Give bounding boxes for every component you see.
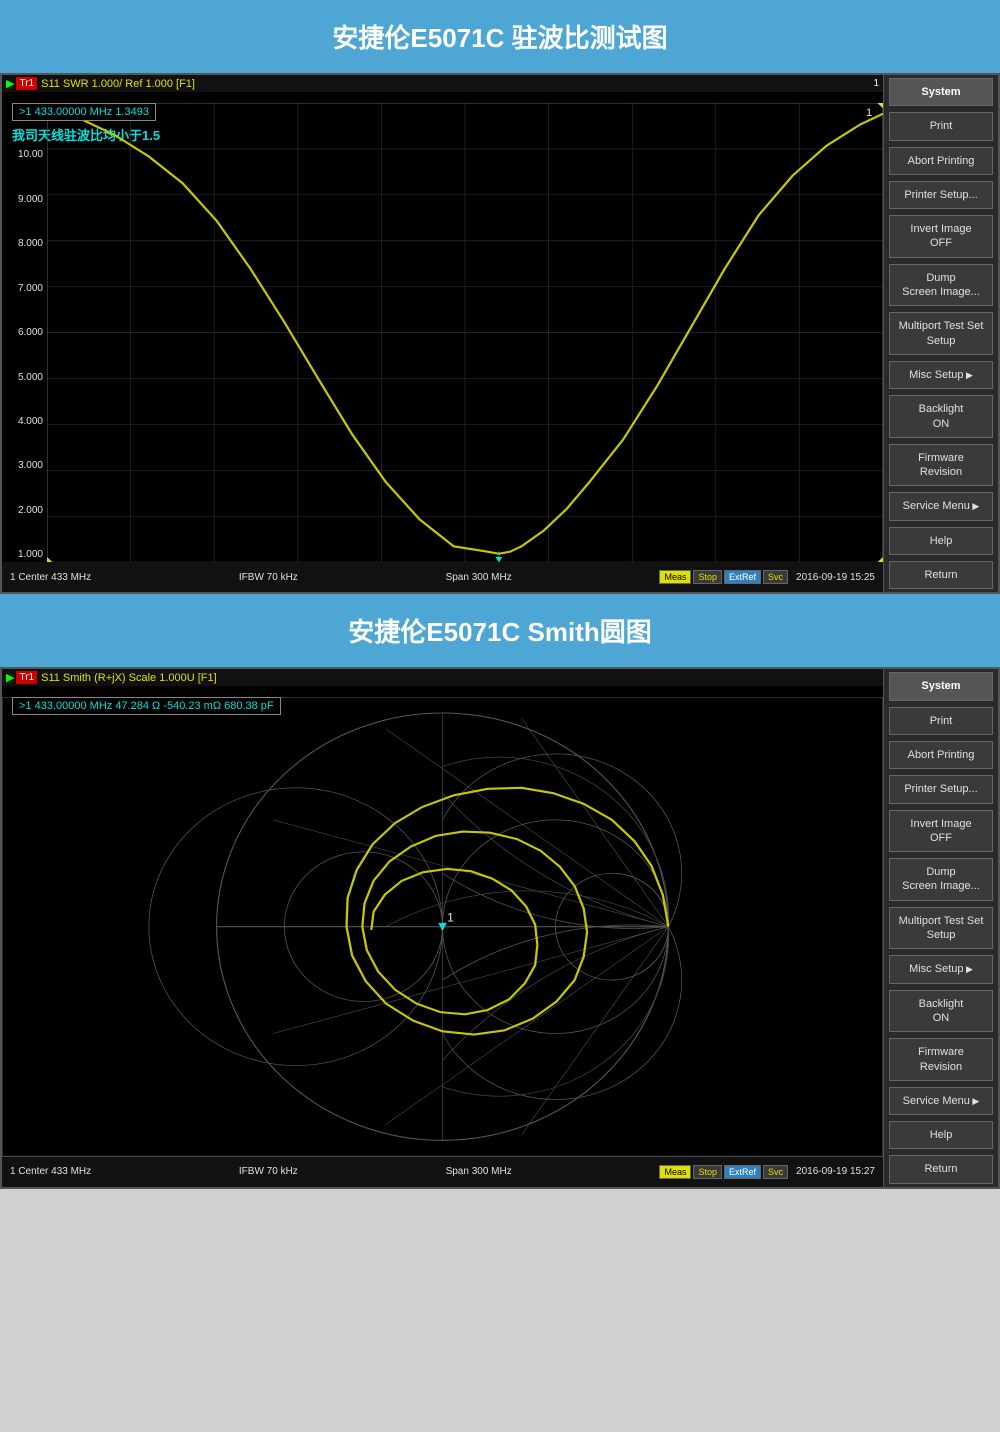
grid2-container: 1 (2, 697, 883, 1156)
meas-btn-extref[interactable]: ExtRef (724, 570, 761, 584)
play-icon: ▶ (6, 77, 14, 90)
plot1-svg: 1 (47, 103, 883, 562)
menu-print-btn[interactable]: Print (889, 112, 993, 140)
ch2-label: Tr1 (16, 671, 37, 684)
status1-center: IFBW 70 kHz (239, 572, 298, 583)
menu-multiport-btn[interactable]: Multiport Test SetSetup (889, 312, 993, 355)
plot1-statusbar: 1 Center 433 MHz IFBW 70 kHz Span 300 MH… (2, 562, 883, 592)
meas2-btn-extref[interactable]: ExtRef (724, 1165, 761, 1179)
menu-service-btn[interactable]: Service Menu (889, 492, 993, 520)
menu-invert-btn[interactable]: Invert ImageOFF (889, 215, 993, 258)
trace1-info: S11 SWR 1.000/ Ref 1.000 [F1] (41, 78, 195, 90)
svg-text:1: 1 (866, 107, 872, 119)
meas-btn-stop[interactable]: Stop (693, 570, 722, 584)
menu-abort-btn[interactable]: Abort Printing (889, 147, 993, 175)
menu2-return-btn[interactable]: Return (889, 1155, 993, 1183)
menu-firmware-btn[interactable]: FirmwareRevision (889, 444, 993, 487)
timestamp1: 2016-09-19 15:25 (796, 572, 875, 583)
status1-right: Span 300 MHz (446, 572, 512, 583)
grid1-container: 1 (47, 103, 883, 562)
trace1-marker: 1 (873, 78, 879, 89)
menu-dump-btn[interactable]: DumpScreen Image... (889, 264, 993, 307)
ch1-label: Tr1 (16, 77, 37, 90)
status2-center: IFBW 70 kHz (239, 1166, 298, 1177)
plot2-statusbar: 1 Center 433 MHz IFBW 70 kHz Span 300 MH… (2, 1157, 883, 1187)
y-axis-1: 11.00 10.00 9.000 8.000 7.000 6.000 5.00… (2, 103, 47, 562)
marker1-box: >1 433.00000 MHz 1.3493 (12, 103, 156, 121)
marker2-box: >1 433.00000 MHz 47.284 Ω -540.23 mΩ 680… (12, 697, 281, 715)
menu2-abort-btn[interactable]: Abort Printing (889, 741, 993, 769)
menu-printer-setup-btn[interactable]: Printer Setup... (889, 181, 993, 209)
status1-left: 1 Center 433 MHz (10, 572, 91, 583)
menu2-backlight-btn[interactable]: BacklightON (889, 990, 993, 1033)
menu-return-btn[interactable]: Return (889, 561, 993, 589)
plot1-topbar: ▶ Tr1 S11 SWR 1.000/ Ref 1.000 [F1] 1 (2, 75, 883, 92)
smith-svg: 1 (2, 697, 883, 1156)
status2-left: 1 Center 433 MHz (10, 1166, 91, 1177)
meas2-btn-stop[interactable]: Stop (693, 1165, 722, 1179)
menu-misc-btn[interactable]: Misc Setup (889, 361, 993, 389)
menu2-firmware-btn[interactable]: FirmwareRevision (889, 1038, 993, 1081)
menu2-service-btn[interactable]: Service Menu (889, 1087, 993, 1115)
meas-btn-svc[interactable]: Svc (763, 570, 788, 584)
section1-header: 安捷伦E5071C 驻波比测试图 (0, 0, 1000, 73)
menu-help-btn[interactable]: Help (889, 527, 993, 555)
meas2-btn-svc[interactable]: Svc (763, 1165, 788, 1179)
menu2-multiport-btn[interactable]: Multiport Test SetSetup (889, 907, 993, 950)
svg-text:1: 1 (447, 911, 454, 925)
section2-header: 安捷伦E5071C Smith圆图 (0, 594, 1000, 667)
menu2-invert-btn[interactable]: Invert ImageOFF (889, 810, 993, 853)
play-icon-2: ▶ (6, 671, 14, 684)
plot2-topbar: ▶ Tr1 S11 Smith (R+jX) Scale 1.000U [F1] (2, 669, 883, 686)
plot1-area: ▶ Tr1 S11 SWR 1.000/ Ref 1.000 [F1] 1 >1… (2, 75, 883, 592)
menu2-printer-setup-btn[interactable]: Printer Setup... (889, 775, 993, 803)
menu-system-btn[interactable]: System (889, 78, 993, 106)
timestamp2: 2016-09-19 15:27 (796, 1166, 875, 1177)
menu2-help-btn[interactable]: Help (889, 1121, 993, 1149)
menu2-dump-btn[interactable]: DumpScreen Image... (889, 858, 993, 901)
panel1: ▶ Tr1 S11 SWR 1.000/ Ref 1.000 [F1] 1 >1… (0, 73, 1000, 594)
sidebar-menu-1: System Print Abort Printing Printer Setu… (883, 75, 998, 592)
menu2-misc-btn[interactable]: Misc Setup (889, 955, 993, 983)
status2-right: Span 300 MHz (446, 1166, 512, 1177)
meas2-btn-meas[interactable]: Meas (659, 1165, 691, 1179)
menu2-system-btn[interactable]: System (889, 672, 993, 700)
meas-btn-meas[interactable]: Meas (659, 570, 691, 584)
menu-backlight-btn[interactable]: BacklightON (889, 395, 993, 438)
sidebar-menu-2: System Print Abort Printing Printer Setu… (883, 669, 998, 1186)
menu2-print-btn[interactable]: Print (889, 707, 993, 735)
trace2-info: S11 Smith (R+jX) Scale 1.000U [F1] (41, 672, 217, 684)
panel2: ▶ Tr1 S11 Smith (R+jX) Scale 1.000U [F1]… (0, 667, 1000, 1188)
plot2-area: ▶ Tr1 S11 Smith (R+jX) Scale 1.000U [F1]… (2, 669, 883, 1186)
